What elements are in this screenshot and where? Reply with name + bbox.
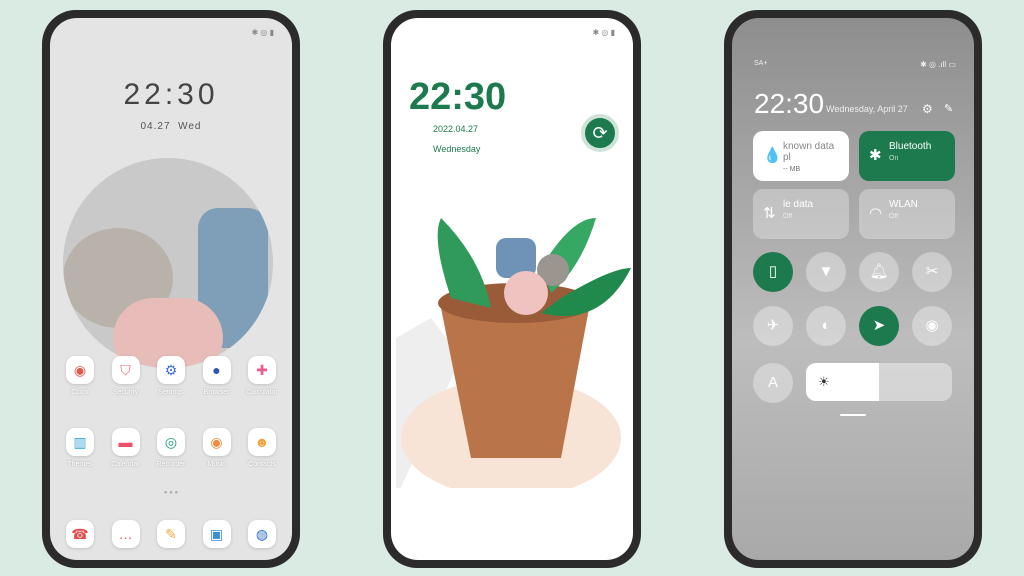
phone-home-screen: ✱ ◎ ▮ 22:30 04.27 Wed ◉ Clock ⛉ Security ⚙ Se… xyxy=(42,10,300,568)
settings-icon: ⚙ xyxy=(157,356,185,384)
tile-title: Bluetooth xyxy=(889,141,932,152)
app-label: Settings xyxy=(158,389,184,396)
app-label: Calculator xyxy=(246,389,278,396)
tile-sub: On xyxy=(889,155,899,162)
tile-title: known data pl xyxy=(783,141,835,163)
app-contacts[interactable]: ☻ Contacts xyxy=(240,428,284,468)
calendar-icon: ▬ xyxy=(111,428,140,456)
app-label: Browser xyxy=(203,389,230,396)
clock-icon: ◉ xyxy=(66,356,94,384)
clock-weekday: Wednesday xyxy=(433,144,481,154)
app-clock[interactable]: ◉ Clock xyxy=(58,356,102,396)
dock: ☎ … ✎ ▣ ◍ xyxy=(58,520,284,548)
tile-sub: Off xyxy=(889,213,899,220)
themes-icon: ▥ xyxy=(66,428,94,456)
app-calendar[interactable]: ▬ Calendar xyxy=(104,428,148,468)
eye-comfort-toggle-icon[interactable]: ◉ xyxy=(912,306,952,346)
phone-lock-screen: ✱ ◎ ▮ 22:30 2022.04.27 Wednesday ⟳ xyxy=(383,10,641,568)
page-indicator: ● ● ● xyxy=(163,490,179,496)
drag-handle[interactable] xyxy=(840,414,866,416)
camera-icon: ◍ xyxy=(248,520,276,548)
mobile-data-tile[interactable]: ⇅ le data Off xyxy=(753,189,849,239)
app-browser[interactable]: ● Browser xyxy=(195,356,239,396)
app-recorder[interactable]: ◎ Recorder xyxy=(149,428,193,468)
tile-sub: -- MB xyxy=(783,166,801,173)
auto-brightness-button[interactable]: A xyxy=(753,363,793,403)
bluetooth-tile[interactable]: ✱ Bluetooth On xyxy=(859,131,955,181)
wifi-icon: ◠ xyxy=(869,205,883,222)
security-icon: ⛉ xyxy=(111,356,140,384)
clock-date: 04.27 Wed xyxy=(140,121,202,132)
dark-mode-toggle-icon[interactable]: ◐ xyxy=(806,306,846,346)
status-icons: ✱ ◎ .ıll ▭ xyxy=(920,60,956,69)
app-label: Contacts xyxy=(248,461,276,468)
browser-icon: ● xyxy=(202,356,231,384)
status-icons: ✱ ◎ ▮ xyxy=(592,28,615,37)
app-calculator[interactable]: ✚ Calculator xyxy=(240,356,284,396)
calculator-icon: ✚ xyxy=(248,356,276,384)
plant-pot-illustration xyxy=(396,218,631,488)
airplane-toggle-icon[interactable]: ✈ xyxy=(753,306,793,346)
notes-icon: ✎ xyxy=(157,520,185,548)
app-messages[interactable]: … xyxy=(104,520,148,548)
clock-date: Wednesday, April 27 xyxy=(826,104,908,114)
tile-title: le data xyxy=(783,199,814,210)
app-phone[interactable]: ☎ xyxy=(58,520,102,548)
app-camera[interactable]: ◍ xyxy=(240,520,284,548)
location-toggle-icon[interactable]: ➤ xyxy=(859,306,899,346)
status-icons: ✱ ◎ ▮ xyxy=(251,28,274,37)
sync-icon[interactable]: ⟳ xyxy=(581,114,619,152)
app-label: Security xyxy=(112,389,139,396)
app-row-2: ▥ Themes ▬ Calendar ◎ Recorder ◉ Music ☻ Contacts xyxy=(58,428,284,468)
app-themes[interactable]: ▥ Themes xyxy=(58,428,102,468)
phone-control-center: SA+ ✱ ◎ .ıll ▭ 22:30 Wednesday, April 27… xyxy=(724,10,982,568)
app-gallery[interactable]: ▣ xyxy=(195,520,239,548)
mobile-data-icon: ⇅ xyxy=(763,205,776,222)
app-label: Music xyxy=(207,461,226,468)
app-label: Clock xyxy=(71,389,89,396)
wlan-tile[interactable]: ◠ WLAN Off xyxy=(859,189,955,239)
music-icon: ◉ xyxy=(202,428,231,456)
gallery-icon: ▣ xyxy=(202,520,231,548)
app-settings[interactable]: ⚙ Settings xyxy=(149,356,193,396)
wallpaper-animals xyxy=(63,158,273,368)
phone-icon: ☎ xyxy=(66,520,94,548)
brightness-slider[interactable]: ☀ xyxy=(806,363,952,401)
flashlight-toggle-icon[interactable]: ▼ xyxy=(806,252,846,292)
app-label: Calendar xyxy=(111,461,140,468)
tile-sub: Off xyxy=(783,213,793,220)
vibrate-toggle-icon[interactable]: ▯ xyxy=(753,252,793,292)
clock-time: 22:30 xyxy=(123,78,219,111)
app-label: Themes xyxy=(67,461,93,468)
app-row-1: ◉ Clock ⛉ Security ⚙ Settings ● Browser ✚ Calcula… xyxy=(58,356,284,396)
clock-time: 22:30 xyxy=(754,88,825,119)
screenshot-toggle-icon[interactable]: ✂ xyxy=(912,252,952,292)
brightness-fill: ☀ xyxy=(806,363,879,401)
bell-toggle-icon[interactable]: 🔔︎ xyxy=(859,252,899,292)
carrier: SA+ xyxy=(754,60,768,67)
sun-icon: ☀ xyxy=(818,374,830,389)
clock-time: 22:30 xyxy=(409,76,507,118)
water-drop-icon: 💧 xyxy=(763,147,782,164)
settings-icon[interactable]: ⚙ xyxy=(922,102,933,116)
app-music[interactable]: ◉ Music xyxy=(195,428,239,468)
app-notes[interactable]: ✎ xyxy=(149,520,193,548)
data-usage-tile[interactable]: 💧 known data pl -- MB xyxy=(753,131,849,181)
app-security[interactable]: ⛉ Security xyxy=(104,356,148,396)
app-label: Recorder xyxy=(156,461,186,468)
messages-icon: … xyxy=(111,520,140,548)
tile-title: WLAN xyxy=(889,199,918,210)
bluetooth-icon: ✱ xyxy=(869,147,882,164)
recorder-icon: ◎ xyxy=(157,428,185,456)
edit-icon[interactable]: ✎ xyxy=(944,102,953,115)
contacts-icon: ☻ xyxy=(248,428,276,456)
clock-date: 2022.04.27 xyxy=(433,124,479,134)
